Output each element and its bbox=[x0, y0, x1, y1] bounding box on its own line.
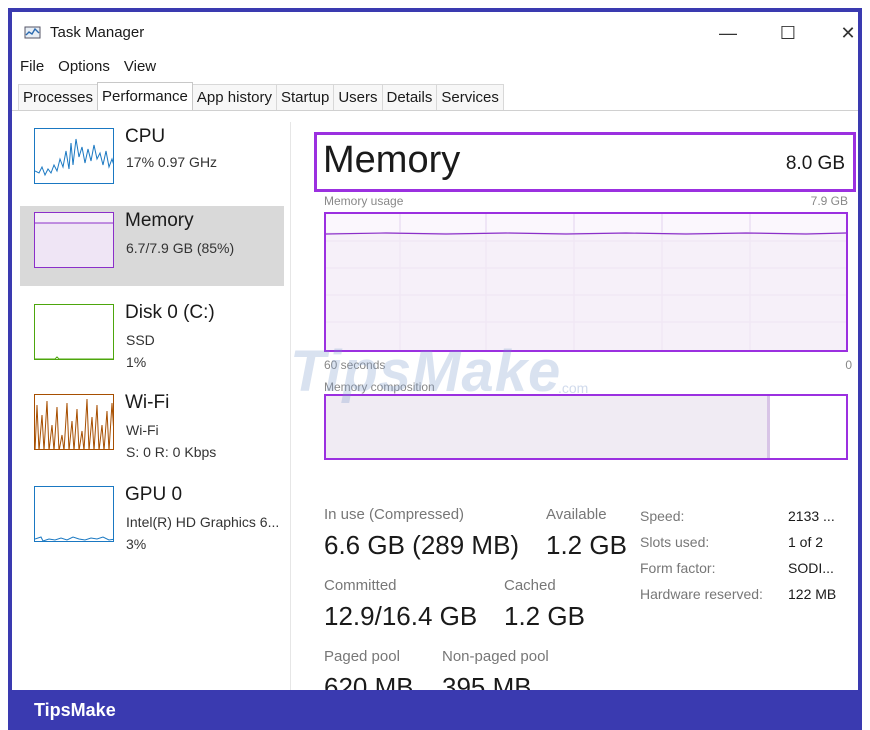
speed-value: 2133 ... bbox=[788, 508, 835, 524]
available-label: Available bbox=[546, 506, 607, 523]
nonpaged-pool-value: 395 MB bbox=[442, 672, 532, 690]
slots-used-label: Slots used: bbox=[640, 534, 710, 550]
cpu-mini-graph bbox=[34, 128, 114, 184]
close-button[interactable]: ✕ bbox=[828, 20, 858, 46]
available-value: 1.2 GB bbox=[546, 530, 627, 560]
sidebar-item-label: Wi-Fi bbox=[125, 392, 170, 413]
cached-label: Cached bbox=[504, 577, 556, 594]
tab-users[interactable]: Users bbox=[333, 84, 383, 110]
in-use-label: In use (Compressed) bbox=[324, 506, 465, 523]
sidebar-item-detail: 17% 0.97 GHz bbox=[126, 154, 218, 170]
memory-total: 8.0 GB bbox=[785, 153, 845, 174]
menu-file[interactable]: File bbox=[12, 56, 50, 78]
menu-options[interactable]: Options bbox=[50, 56, 116, 78]
task-manager-icon bbox=[24, 26, 41, 39]
memory-header: Memory 8.0 GB bbox=[314, 132, 856, 192]
sidebar-item-label: GPU 0 bbox=[125, 484, 183, 505]
memory-usage-max: 7.9 GB bbox=[810, 194, 848, 208]
tab-services[interactable]: Services bbox=[436, 84, 504, 110]
hardware-reserved-value: 122 MB bbox=[788, 586, 837, 602]
memory-mini-graph bbox=[34, 212, 114, 268]
tab-processes[interactable]: Processes bbox=[18, 84, 99, 110]
gpu-mini-graph bbox=[34, 486, 114, 542]
panel-divider bbox=[290, 122, 291, 690]
tab-app-history[interactable]: App history bbox=[191, 84, 277, 110]
paged-pool-value: 620 MB bbox=[324, 672, 414, 690]
sidebar-item-disk[interactable]: Disk 0 (C:) SSD 1% bbox=[20, 298, 284, 378]
nonpaged-pool-label: Non-paged pool bbox=[442, 648, 549, 665]
sidebar-item-label: Disk 0 (C:) bbox=[125, 302, 215, 323]
window-title: Task Manager bbox=[50, 24, 145, 41]
sidebar-item-label: CPU bbox=[125, 126, 166, 147]
tab-startup[interactable]: Startup bbox=[275, 84, 335, 110]
resource-sidebar: CPU 17% 0.97 GHz Memory 6.7/7.9 GB (85%) bbox=[12, 122, 288, 690]
memory-usage-label: Memory usage bbox=[324, 194, 404, 208]
sidebar-item-gpu[interactable]: GPU 0 Intel(R) HD Graphics 6... 3% bbox=[20, 480, 284, 560]
sidebar-item-detail: SSD bbox=[126, 332, 155, 348]
memory-usage-graph bbox=[324, 212, 848, 352]
speed-label: Speed: bbox=[640, 508, 685, 524]
sidebar-item-detail: Intel(R) HD Graphics 6... bbox=[126, 514, 280, 530]
form-factor-value: SODI... bbox=[788, 560, 834, 576]
footer-bar: TipsMake bbox=[8, 690, 862, 730]
composition-in-use bbox=[326, 396, 768, 458]
sidebar-item-detail: 6.7/7.9 GB (85%) bbox=[126, 240, 235, 256]
sidebar-item-detail: 1% bbox=[126, 354, 147, 370]
screenshot-frame: Task Manager — ☐ ✕ File Options View Pro… bbox=[0, 0, 870, 730]
minimize-button[interactable]: — bbox=[708, 20, 748, 46]
page-title: Memory bbox=[323, 139, 461, 181]
hardware-reserved-label: Hardware reserved: bbox=[640, 586, 763, 602]
wifi-mini-graph bbox=[34, 394, 114, 450]
watermark-suffix: .com bbox=[558, 380, 589, 396]
menu-view[interactable]: View bbox=[116, 56, 162, 78]
form-factor-label: Form factor: bbox=[640, 560, 716, 576]
tab-underline bbox=[12, 110, 858, 111]
slots-used-value: 1 of 2 bbox=[788, 534, 824, 550]
tab-details[interactable]: Details bbox=[381, 84, 438, 110]
sidebar-item-detail: Wi-Fi bbox=[126, 422, 159, 438]
sidebar-item-memory[interactable]: Memory 6.7/7.9 GB (85%) bbox=[20, 206, 284, 286]
cached-value: 1.2 GB bbox=[504, 601, 585, 631]
memory-panel: Memory 8.0 GB Memory usage 7.9 GB 60 sec… bbox=[308, 122, 856, 690]
menu-bar: File Options View bbox=[12, 56, 162, 78]
paged-pool-label: Paged pool bbox=[324, 648, 400, 665]
disk-mini-graph bbox=[34, 304, 114, 360]
sidebar-item-cpu[interactable]: CPU 17% 0.97 GHz bbox=[20, 122, 284, 202]
title-bar: Task Manager — ☐ ✕ bbox=[12, 12, 858, 54]
frame-border-right bbox=[858, 8, 862, 698]
committed-label: Committed bbox=[324, 577, 397, 594]
tab-strip: Processes Performance App history Startu… bbox=[18, 82, 504, 110]
tab-performance[interactable]: Performance bbox=[97, 82, 193, 110]
memory-usage-chart bbox=[325, 214, 847, 350]
sidebar-item-detail: 3% bbox=[126, 536, 147, 552]
graph-time-right: 0 bbox=[845, 358, 852, 372]
in-use-value: 6.6 GB (289 MB) bbox=[324, 530, 520, 560]
composition-separator bbox=[767, 396, 770, 458]
watermark: TipsMake bbox=[290, 339, 562, 404]
sidebar-item-label: Memory bbox=[125, 210, 194, 231]
maximize-button[interactable]: ☐ bbox=[768, 20, 808, 46]
sidebar-item-detail: S: 0 R: 0 Kbps bbox=[126, 444, 217, 460]
committed-value: 12.9/16.4 GB bbox=[324, 601, 478, 631]
footer-brand: TipsMake bbox=[34, 700, 116, 720]
sidebar-item-wifi[interactable]: Wi-Fi Wi-Fi S: 0 R: 0 Kbps bbox=[20, 388, 284, 468]
